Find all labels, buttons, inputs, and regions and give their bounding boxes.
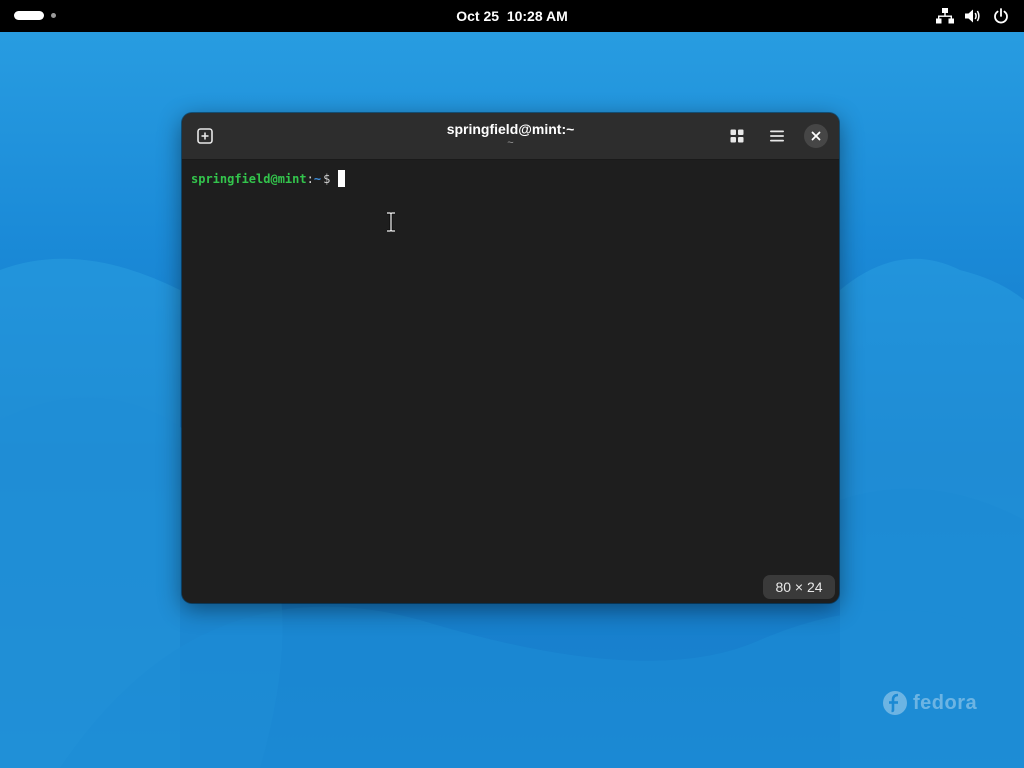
top-bar: Oct 25 10:28 AM [0, 0, 1024, 32]
close-button[interactable] [804, 124, 828, 148]
clock-time: 10:28 AM [506, 8, 568, 24]
prompt-separator: : [306, 171, 314, 186]
fedora-logo-icon [883, 691, 907, 715]
tab-overview-icon [730, 129, 744, 143]
activities-button[interactable] [14, 11, 56, 20]
terminal-headerbar[interactable]: springfield@mint:~ ~ [182, 113, 839, 160]
text-cursor [338, 170, 346, 187]
fedora-wordmark: fedora [913, 691, 978, 714]
prompt-path: ~ [313, 171, 322, 186]
terminal-window[interactable]: springfield@mint:~ ~ springfield@mint: … [182, 113, 839, 603]
close-icon [811, 131, 821, 141]
hamburger-menu-icon [770, 130, 784, 142]
window-subtitle: ~ [507, 137, 514, 149]
system-tray[interactable] [936, 7, 1010, 25]
prompt-symbol: $ [323, 171, 331, 186]
clock[interactable]: Oct 25 10:28 AM [0, 0, 1024, 32]
workspace-indicator [51, 13, 56, 18]
main-menu-button[interactable] [762, 121, 792, 151]
power-icon[interactable] [992, 7, 1010, 25]
network-wired-icon[interactable] [936, 7, 954, 25]
tab-overview-button[interactable] [722, 121, 752, 151]
workspace-indicator-active [14, 11, 44, 20]
new-tab-icon [197, 128, 213, 144]
prompt-user-host: springfield@mint [191, 171, 307, 186]
terminal-size-indicator: 80 × 24 [763, 575, 835, 599]
ibeam-cursor-icon [387, 212, 395, 232]
clock-date: Oct 25 [456, 8, 500, 24]
new-tab-button[interactable] [190, 121, 220, 151]
fedora-watermark: fedora [882, 690, 977, 716]
terminal-output[interactable]: springfield@mint: ~ $ 80 × 24 [182, 160, 839, 603]
volume-icon[interactable] [964, 7, 982, 25]
window-title: springfield@mint:~ [446, 121, 575, 137]
prompt-line: springfield@mint: ~ $ [191, 170, 346, 187]
